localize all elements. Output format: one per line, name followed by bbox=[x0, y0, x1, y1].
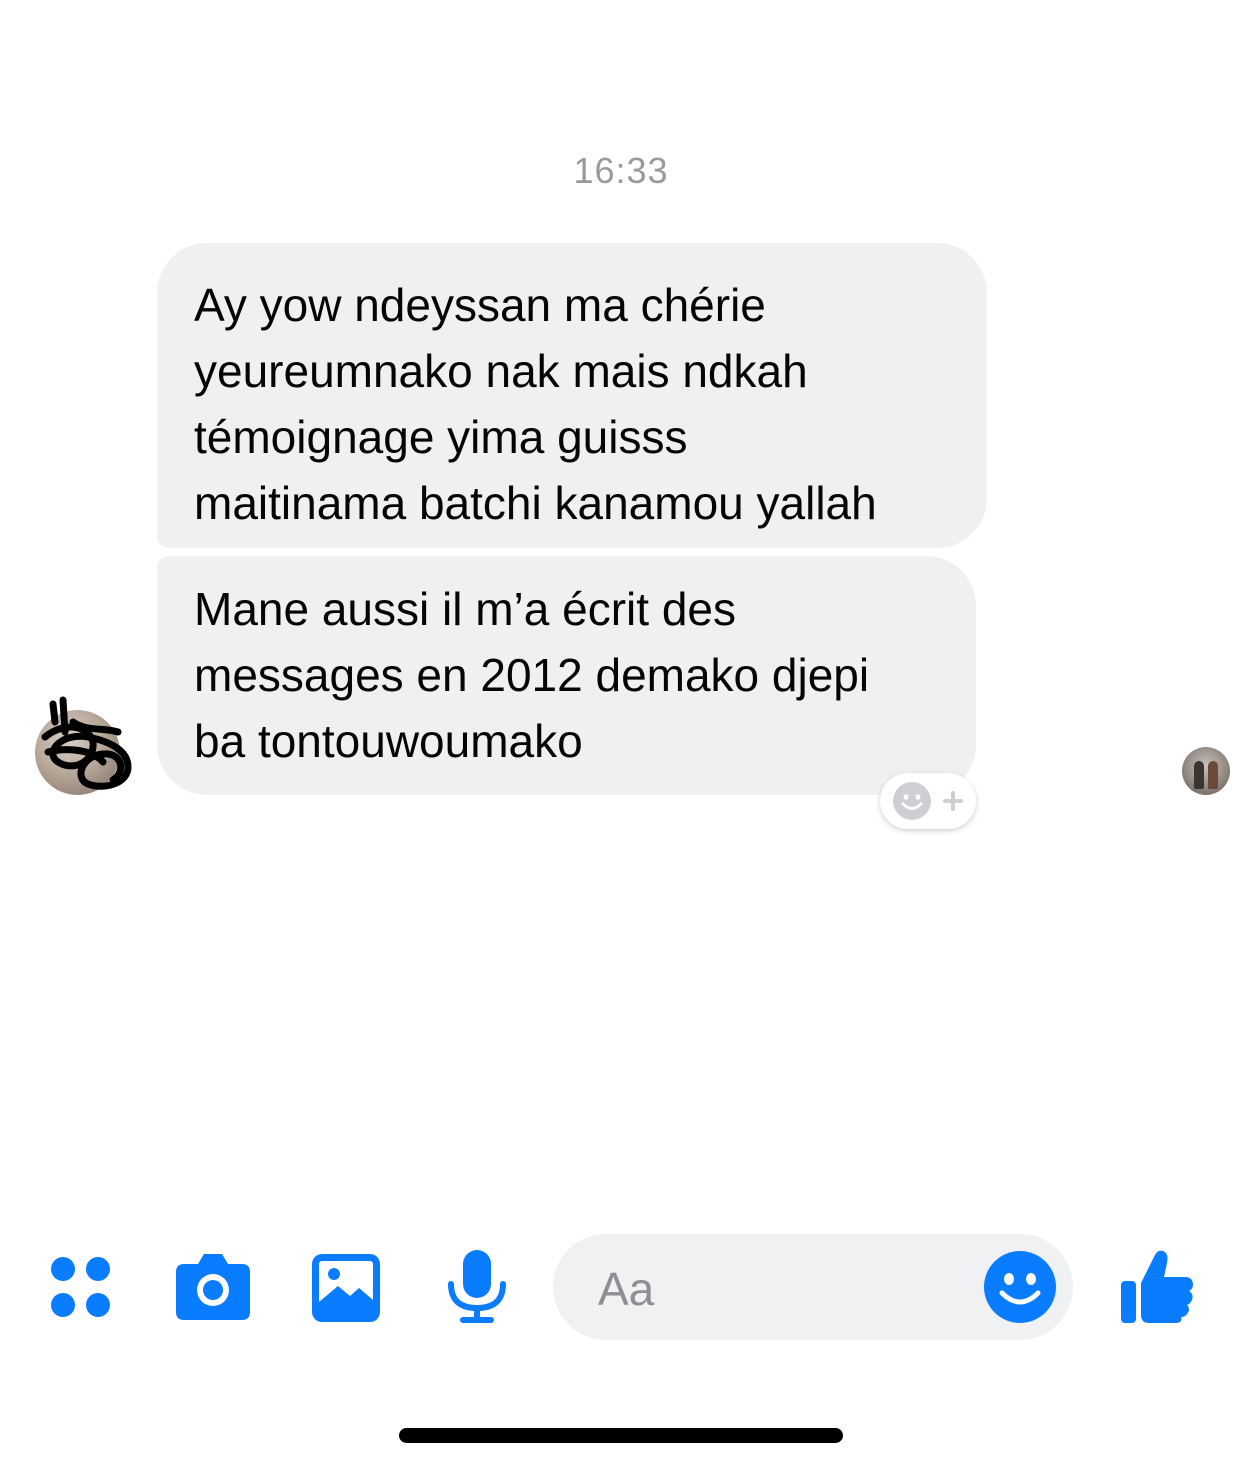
like-button[interactable] bbox=[1121, 1247, 1195, 1328]
add-reaction-button[interactable] bbox=[880, 773, 976, 829]
four-dots-icon bbox=[51, 1257, 110, 1317]
camera-icon bbox=[176, 1254, 250, 1320]
image-icon bbox=[312, 1254, 380, 1322]
message-text: Ay yow ndeyssan ma chérie yeureumnako na… bbox=[194, 279, 877, 529]
microphone-icon bbox=[448, 1250, 506, 1323]
read-receipt-avatar bbox=[1182, 747, 1230, 795]
thumbs-up-icon bbox=[1121, 1250, 1193, 1323]
message-text: Mane aussi il m’a écrit des messages en … bbox=[194, 583, 870, 767]
composer-placeholder: Aa bbox=[598, 1263, 655, 1315]
camera-button[interactable] bbox=[174, 1250, 252, 1327]
add-reaction-icon bbox=[893, 782, 963, 820]
sender-avatar[interactable] bbox=[35, 696, 132, 795]
gallery-button[interactable] bbox=[312, 1254, 380, 1327]
home-indicator bbox=[399, 1428, 843, 1443]
voice-message-button[interactable] bbox=[447, 1250, 507, 1329]
scribble-overlay bbox=[41, 696, 132, 790]
message-composer[interactable]: Aa bbox=[553, 1234, 1073, 1340]
more-actions-button[interactable] bbox=[50, 1257, 112, 1324]
message-bubble[interactable]: Mane aussi il m’a écrit des messages en … bbox=[157, 556, 976, 795]
smiley-icon bbox=[984, 1251, 1056, 1323]
emoji-button[interactable] bbox=[984, 1251, 1056, 1328]
message-timestamp: 16:33 bbox=[573, 150, 669, 191]
message-bubble[interactable]: Ay yow ndeyssan ma chérie yeureumnako na… bbox=[157, 243, 987, 548]
